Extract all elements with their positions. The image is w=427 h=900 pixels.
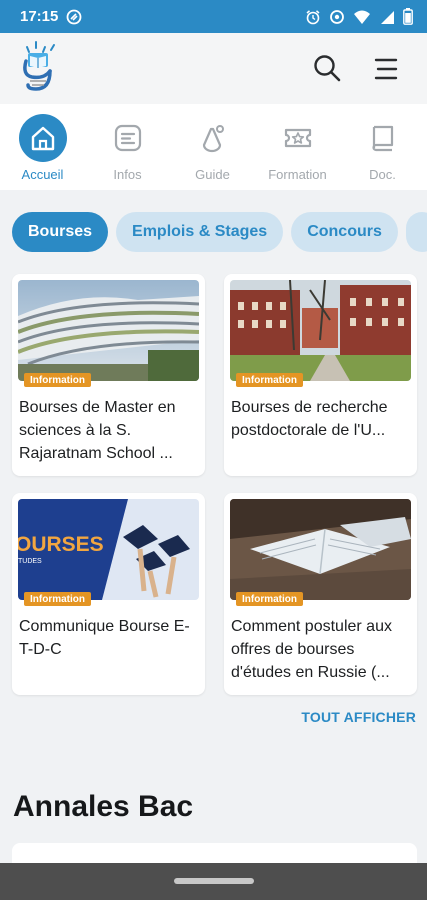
information-badge: Information (236, 592, 303, 606)
tab-label: Formation (268, 167, 327, 182)
information-badge: Information (24, 592, 91, 606)
tab-formation[interactable]: Formation (255, 104, 340, 190)
signal-icon (381, 10, 394, 24)
tab-label: Infos (113, 167, 142, 182)
document-lines-icon (104, 114, 152, 162)
tab-label: Guide (195, 167, 230, 182)
article-card[interactable]: Information Comment postuler aux offres … (224, 493, 417, 695)
compass-guide-icon (189, 114, 237, 162)
chip-more[interactable] (405, 212, 427, 252)
tab-label: Doc. (369, 167, 396, 182)
hamburger-menu-icon (374, 58, 398, 80)
app-notification-icon (66, 9, 82, 24)
tab-label: Accueil (21, 167, 64, 182)
home-icon (18, 114, 67, 162)
information-badge: Information (236, 373, 303, 387)
article-image: OURSES TUDES (18, 499, 199, 600)
tab-guide[interactable]: Guide (170, 104, 255, 190)
article-title: Comment postuler aux offres de bourses d… (231, 618, 392, 681)
section-title: Annales Bac (13, 790, 194, 823)
article-title: Bourses de Master en sciences à la S. Ra… (19, 399, 176, 462)
tab-accueil[interactable]: Accueil (0, 104, 85, 190)
image-caption-sub: TUDES (18, 558, 42, 565)
book-icon (359, 114, 407, 162)
status-bar: 17:15 (0, 0, 427, 33)
search-button[interactable] (311, 52, 343, 84)
article-title: Communique Bourse E-T-D-C (19, 618, 190, 658)
main-tab-bar: Accueil Infos Guide Formation Doc. (0, 104, 427, 190)
system-navigation-bar (0, 863, 427, 900)
information-badge: Information (24, 373, 91, 387)
article-image (230, 499, 411, 600)
image-caption: OURSES (18, 533, 104, 556)
home-gesture-handle[interactable] (174, 878, 254, 884)
tab-infos[interactable]: Infos (85, 104, 170, 190)
article-title: Bourses de recherche postdoctorale de l'… (231, 399, 388, 439)
chip-emplois-stages[interactable]: Emplois & Stages (116, 212, 284, 252)
battery-icon (403, 8, 413, 25)
category-chips: Bourses Emplois & Stages Concours (12, 212, 427, 252)
article-card[interactable]: Information Bourses de Master en science… (12, 274, 205, 476)
app-logo[interactable] (16, 39, 66, 97)
chip-concours[interactable]: Concours (291, 212, 398, 252)
show-all-link[interactable]: TOUT AFFICHER (301, 709, 416, 725)
ticket-star-icon (274, 114, 322, 162)
app-bar (0, 33, 427, 104)
article-image (18, 280, 199, 381)
menu-button[interactable] (371, 54, 401, 84)
search-icon (314, 55, 341, 82)
data-saver-icon (330, 9, 344, 24)
wifi-icon (354, 10, 370, 24)
article-card[interactable]: OURSES TUDES Information Communique Bour… (12, 493, 205, 695)
tab-doc[interactable]: Doc. (340, 104, 425, 190)
article-image (230, 280, 411, 381)
alarm-icon (306, 9, 320, 24)
status-time: 17:15 (20, 8, 59, 25)
chip-bourses[interactable]: Bourses (12, 212, 109, 252)
article-card[interactable]: Information Bourses de recherche postdoc… (224, 274, 417, 476)
